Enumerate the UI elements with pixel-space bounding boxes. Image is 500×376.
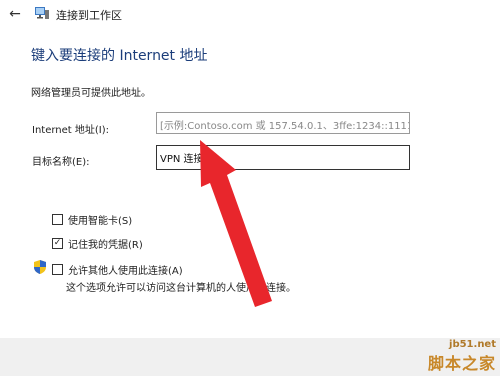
smart-card-checkbox[interactable] — [52, 214, 63, 225]
arrow-left-icon: ← — [9, 6, 21, 22]
network-icon — [35, 7, 49, 19]
back-button[interactable]: ← — [6, 5, 24, 23]
uac-shield-icon — [34, 260, 46, 274]
allow-others-checkbox[interactable] — [52, 264, 63, 275]
title-bar: ← 连接到工作区 — [0, 0, 500, 28]
watermark-url: jb51.net — [449, 339, 496, 350]
watermark: jb51.net 脚本之家 — [428, 339, 496, 374]
page-subtext: 网络管理员可提供此地址。 — [31, 88, 151, 99]
smart-card-option[interactable]: 使用智能卡(S) — [52, 212, 132, 227]
internet-address-label: Internet 地址(I): — [32, 125, 110, 136]
window-title: 连接到工作区 — [56, 9, 122, 22]
remember-credentials-label: 记住我的凭据(R) — [68, 240, 143, 251]
allow-others-note: 这个选项允许可以访问这台计算机的人使用此连接。 — [66, 283, 296, 294]
remember-credentials-option[interactable]: ✓ 记住我的凭据(R) — [52, 236, 143, 251]
destination-name-label: 目标名称(E): — [32, 157, 90, 168]
internet-address-input[interactable]: [示例:Contoso.com 或 157.54.0.1、3ffe:1234::… — [156, 112, 410, 134]
allow-others-option[interactable]: 允许其他人使用此连接(A) — [52, 262, 183, 277]
allow-others-label: 允许其他人使用此连接(A) — [68, 266, 183, 277]
page-heading: 键入要连接的 Internet 地址 — [31, 48, 208, 64]
dialog-footer — [0, 338, 500, 376]
smart-card-label: 使用智能卡(S) — [68, 216, 133, 227]
destination-name-input[interactable]: VPN 连接 — [156, 145, 410, 170]
watermark-name: 脚本之家 — [427, 354, 496, 373]
remember-credentials-checkbox[interactable]: ✓ — [52, 238, 63, 249]
